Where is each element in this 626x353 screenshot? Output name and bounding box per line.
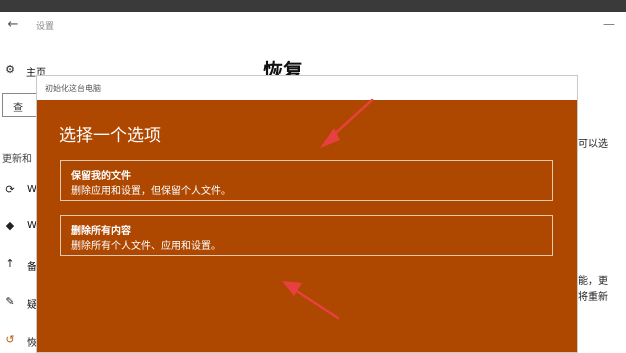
top-strip bbox=[0, 0, 626, 12]
option-title: 保留我的文件 bbox=[71, 171, 131, 182]
keep-my-files-option[interactable]: 保留我的文件 删除应用和设置，但保留个人文件。 bbox=[60, 160, 553, 201]
reset-pc-dialog: 初始化这台电脑 选择一个选项 保留我的文件 删除应用和设置，但保留个人文件。 删… bbox=[36, 75, 578, 353]
upload-arrow-icon: ↑ bbox=[5, 257, 15, 270]
sidebar-item-troubleshoot[interactable]: ✎ 疑 bbox=[0, 292, 40, 314]
back-arrow-icon[interactable]: ← bbox=[4, 16, 22, 34]
sidebar-item-windows-update[interactable]: ⟳ W bbox=[0, 180, 40, 202]
recovery-icon: ↺ bbox=[5, 333, 15, 346]
right-text-fragment: 可以选 bbox=[578, 139, 608, 150]
right-text-fragment: 能，更 bbox=[578, 276, 608, 287]
sidebar-item-recovery[interactable]: ↺ 恢 bbox=[0, 330, 40, 352]
dialog-heading: 选择一个选项 bbox=[59, 126, 161, 146]
wrench-icon: ✎ bbox=[5, 295, 15, 308]
option-description: 删除所有个人文件、应用和设置。 bbox=[71, 241, 221, 252]
remove-everything-option[interactable]: 删除所有内容 删除所有个人文件、应用和设置。 bbox=[60, 215, 553, 256]
sync-icon: ⟳ bbox=[5, 183, 15, 196]
window-title: 设置 bbox=[36, 22, 55, 32]
gear-icon: ⚙ bbox=[5, 63, 15, 76]
sidebar-item-backup[interactable]: ↑ 备 bbox=[0, 254, 40, 276]
option-title: 删除所有内容 bbox=[71, 226, 131, 237]
dialog-title: 初始化这台电脑 bbox=[45, 84, 101, 93]
shield-icon: ◆ bbox=[5, 219, 15, 232]
search-placeholder: 查 bbox=[13, 103, 23, 114]
sidebar-item-windows-security[interactable]: ◆ W bbox=[0, 216, 40, 238]
settings-title-bar: ← 设置 — bbox=[0, 12, 626, 40]
minimize-icon[interactable]: — bbox=[602, 18, 616, 32]
search-input[interactable]: 查 bbox=[2, 93, 38, 117]
right-text-fragment: 将重新 bbox=[578, 292, 608, 303]
sidebar-item-home[interactable]: ⚙ 主页 bbox=[0, 60, 46, 82]
dialog-title-bar: 初始化这台电脑 bbox=[37, 76, 577, 100]
section-heading: 更新和 bbox=[2, 154, 32, 165]
option-description: 删除应用和设置，但保留个人文件。 bbox=[71, 186, 231, 197]
